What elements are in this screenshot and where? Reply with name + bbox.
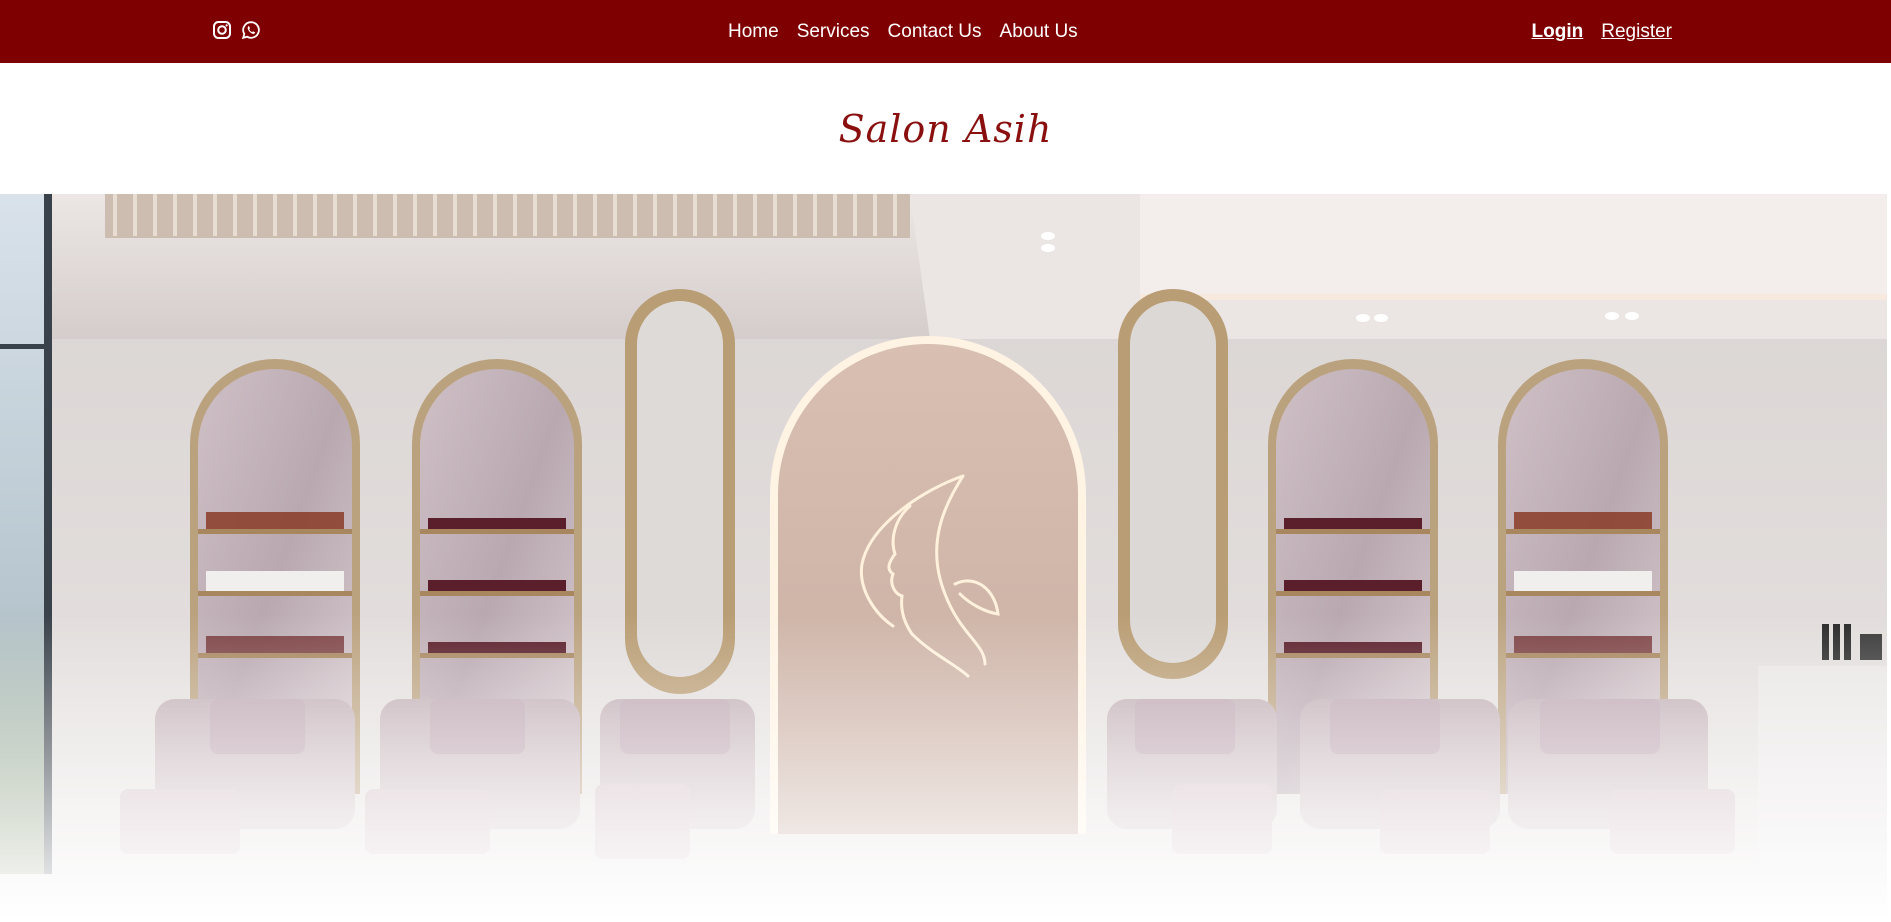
register-link[interactable]: Register (1601, 21, 1672, 43)
top-bar: Home Services Contact Us About Us Login … (0, 0, 1891, 63)
salon-interior-image (0, 194, 1887, 922)
brand-header: Salon Asih (0, 63, 1891, 194)
nav-contact-us[interactable]: Contact Us (888, 21, 982, 43)
hero-banner (0, 194, 1887, 922)
nav-about-us[interactable]: About Us (1000, 21, 1078, 43)
brand-logo-text: Salon Asih (838, 106, 1053, 151)
social-links (212, 20, 261, 40)
login-link[interactable]: Login (1532, 21, 1584, 43)
instagram-icon[interactable] (212, 20, 232, 40)
auth-links: Login Register (1532, 0, 1672, 63)
whatsapp-icon[interactable] (241, 20, 261, 40)
main-nav: Home Services Contact Us About Us (728, 0, 1078, 63)
nav-services[interactable]: Services (797, 21, 870, 43)
nav-home[interactable]: Home (728, 21, 779, 43)
